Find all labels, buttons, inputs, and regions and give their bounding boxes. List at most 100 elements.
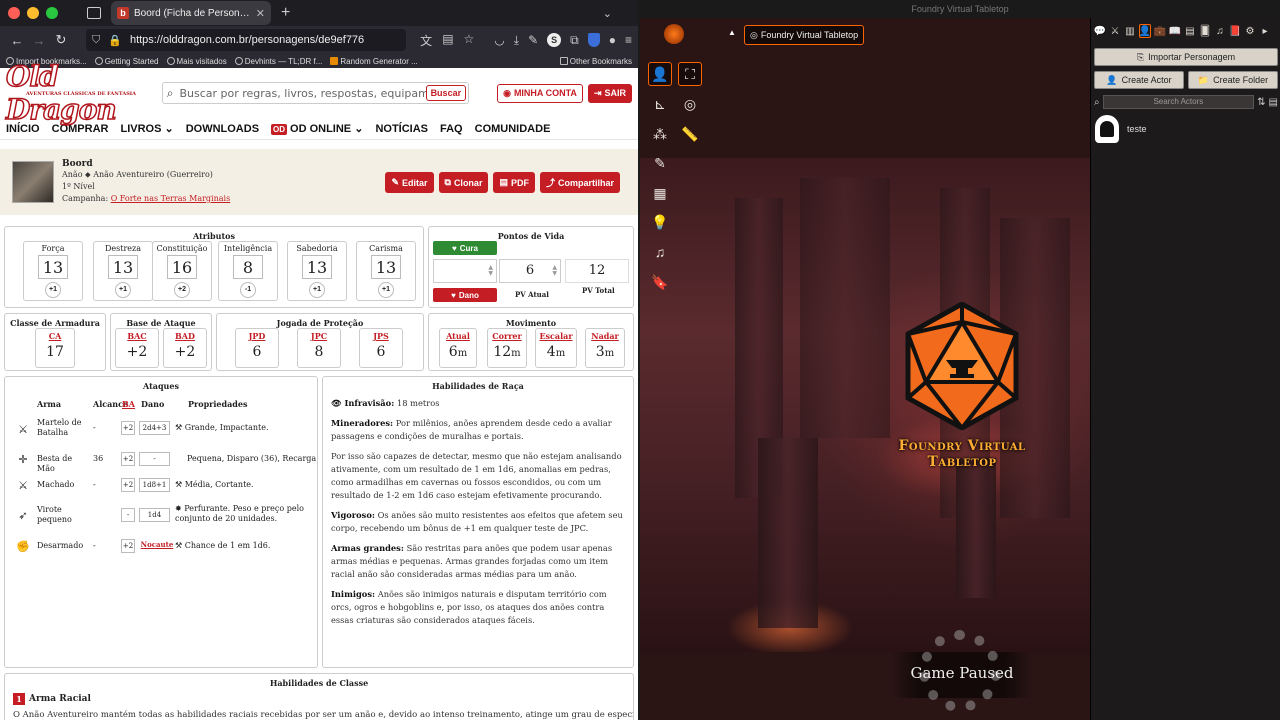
tab-cards[interactable]: 🂠 <box>1199 24 1211 38</box>
tab-chat[interactable]: 💬 <box>1094 24 1106 38</box>
bac-box[interactable]: BAC +2 <box>115 328 159 368</box>
attack-row[interactable]: ⚔ Machado - +2 1d8+1 ⚒ Média, Cortante. <box>5 473 319 503</box>
actor-search-input[interactable]: Search Actors <box>1102 95 1255 109</box>
attack-row[interactable]: ➶ Virote pequeno - 1d4 ✸ Perfurante. Pes… <box>5 501 319 531</box>
tab-playlists[interactable]: ♫ <box>1214 24 1226 38</box>
nav-item-faq[interactable]: FAQ <box>440 123 463 135</box>
attribute-sabedoria[interactable]: Sabedoria 13 +1 <box>287 241 347 301</box>
foundry-logo-icon[interactable] <box>664 24 684 44</box>
target-tool[interactable]: ◎ <box>678 92 702 116</box>
collapse-sidebar[interactable]: ▸ <box>1259 24 1271 38</box>
attribute-carisma[interactable]: Carisma 13 +1 <box>356 241 416 301</box>
measure-tool[interactable]: ⊾ <box>648 92 672 116</box>
attribute-inteligencia[interactable]: Inteligência 8 -1 <box>218 241 278 301</box>
minimize-window-button[interactable] <box>27 7 39 19</box>
tab-compendium[interactable]: 📕 <box>1229 24 1241 38</box>
create-actor-button[interactable]: 👤 Create Actor <box>1094 71 1184 89</box>
select-tool[interactable]: ⛶ <box>678 62 702 86</box>
tab-actors[interactable]: 👤 <box>1139 24 1151 38</box>
hp-current-input[interactable]: 6 ▲ ▼ <box>499 259 561 283</box>
nav-item-comunidade[interactable]: COMUNIDADE <box>475 123 551 135</box>
download-icon[interactable]: ⤓ <box>514 33 519 48</box>
address-bar[interactable]: ⛉ 🔒 https://olddragon.com.br/personagens… <box>86 29 407 51</box>
translate-icon[interactable]: 文 <box>420 32 432 49</box>
extension-s-icon[interactable]: S <box>547 33 562 47</box>
nav-item-od-online[interactable]: OD OD ONLINE ⌄ <box>271 122 363 135</box>
bitwarden-shield-icon[interactable] <box>587 33 600 47</box>
nav-item-downloads[interactable]: DOWNLOADS <box>186 123 259 135</box>
bookmark-item[interactable]: Random Generator ... <box>330 56 418 66</box>
reload-button[interactable]: ↻ <box>50 32 72 48</box>
tab-items[interactable]: 💼 <box>1154 24 1166 38</box>
shield-icon[interactable]: ⛉ <box>92 34 100 47</box>
tab-scenes[interactable]: ▥ <box>1124 24 1136 38</box>
tab-settings[interactable]: ⚙ <box>1244 24 1256 38</box>
old-dragon-logo[interactable]: Old Dragon AVENTURAS CLÁSSICAS DE FANTAS… <box>5 59 136 127</box>
bookmark-star-icon[interactable]: ☆ <box>464 32 475 49</box>
sidebar-toggle-icon[interactable] <box>87 7 101 19</box>
edit-button[interactable]: ✎ Editar <box>385 172 434 193</box>
clone-button[interactable]: ⧉ Clonar <box>438 172 489 193</box>
attribute-forca[interactable]: Força 13 +1 <box>23 241 83 301</box>
bookmark-item[interactable]: Devhints — TL;DR f... <box>234 56 322 66</box>
move-atual-box[interactable]: Atual 6m <box>439 328 477 368</box>
reader-view-icon[interactable]: ▤ <box>442 32 453 49</box>
attack-row[interactable]: ✊ Desarmado - +2 Nocaute ⚒ Chance de 1 e… <box>5 533 319 563</box>
attack-row[interactable]: ⚔ Martelo de Batalha - +2 2d4+3 ⚒ Grande… <box>5 415 319 445</box>
sounds-tool[interactable]: ♫ <box>648 240 672 264</box>
tab-list-chevron-icon[interactable]: ⌄ <box>603 7 612 20</box>
tab-journal[interactable]: 📖 <box>1169 24 1181 38</box>
bookmark-item[interactable]: Mais visitados <box>166 56 227 66</box>
lighting-tool[interactable]: 💡 <box>648 210 672 234</box>
pdf-button[interactable]: ▤ PDF <box>493 172 535 193</box>
hp-adjust-input[interactable]: ▲ ▼ <box>433 259 497 283</box>
move-escalar-box[interactable]: Escalar 4m <box>535 328 577 368</box>
actor-list-item[interactable]: teste <box>1095 114 1277 144</box>
spinner-icon[interactable]: ▲ ▼ <box>488 265 493 277</box>
lock-icon[interactable]: 🔒 <box>108 34 122 47</box>
search-input[interactable]: Buscar por regras, livros, respostas, eq… <box>179 87 425 100</box>
import-character-button[interactable]: ⎘ Importar Personagem <box>1094 48 1278 66</box>
tab-combat[interactable]: ⚔ <box>1109 24 1121 38</box>
new-tab-button[interactable]: + <box>281 4 290 22</box>
jpc-box[interactable]: JPC 8 <box>297 328 341 368</box>
col-ba[interactable]: BA <box>122 399 135 409</box>
other-bookmarks[interactable]: Other Bookmarks <box>559 56 632 66</box>
pocket-icon[interactable]: ◡ <box>494 33 504 47</box>
damage-button[interactable]: ♥ Dano <box>433 288 497 302</box>
campaign-link[interactable]: O Forte nas Terras Marginais <box>111 194 230 203</box>
sort-icon[interactable]: ⇅ <box>1257 97 1265 108</box>
extension-dark-icon[interactable]: ● <box>609 33 616 47</box>
maximize-window-button[interactable] <box>46 7 58 19</box>
back-button[interactable]: ← <box>6 33 28 48</box>
menu-icon[interactable]: ≡ <box>625 33 632 47</box>
drawing-tool[interactable]: ✎ <box>648 151 672 175</box>
share-button[interactable]: ⤴ Compartilhar <box>539 172 620 193</box>
browser-tab-active[interactable]: b Boord (Ficha de Personagem d ✕ <box>111 1 271 25</box>
scene-background[interactable] <box>640 158 1090 652</box>
close-tab-icon[interactable]: ✕ <box>256 7 265 20</box>
token-controls-tool[interactable]: 👤 <box>648 62 672 86</box>
tools-icon[interactable]: ✎ <box>528 33 538 47</box>
move-correr-box[interactable]: Correr 12m <box>487 328 527 368</box>
jps-box[interactable]: JPS 6 <box>359 328 403 368</box>
library-icon[interactable]: ⧉ <box>570 33 579 48</box>
my-account-button[interactable]: ◉ MINHA CONTA <box>497 83 583 103</box>
search-button[interactable]: Buscar <box>425 85 467 101</box>
forward-button[interactable]: → <box>28 33 50 48</box>
move-nadar-box[interactable]: Nadar 3m <box>585 328 625 368</box>
armor-class-box[interactable]: CA 17 <box>35 328 75 368</box>
attribute-destreza[interactable]: Destreza 13 +1 <box>93 241 153 301</box>
walls-tool[interactable]: ▦ <box>648 181 672 205</box>
tab-tables[interactable]: ▤ <box>1184 24 1196 38</box>
scene-navigation-tab[interactable]: ◎ Foundry Virtual Tabletop <box>744 25 865 45</box>
site-search-box[interactable]: ⌕ Buscar por regras, livros, respostas, … <box>161 82 470 104</box>
create-folder-button[interactable]: 📁 Create Folder <box>1188 71 1278 89</box>
tiles-tool[interactable]: ⁂ <box>648 122 672 146</box>
ruler-tool[interactable]: 📏 <box>678 122 702 146</box>
scene-nav-toggle-icon[interactable]: ▲ <box>728 28 736 37</box>
notes-tool[interactable]: 🔖 <box>648 270 672 294</box>
heal-button[interactable]: ♥ Cura <box>433 241 497 255</box>
bad-box[interactable]: BAD +2 <box>163 328 207 368</box>
attribute-constituicao[interactable]: Constituição 16 +2 <box>152 241 212 301</box>
